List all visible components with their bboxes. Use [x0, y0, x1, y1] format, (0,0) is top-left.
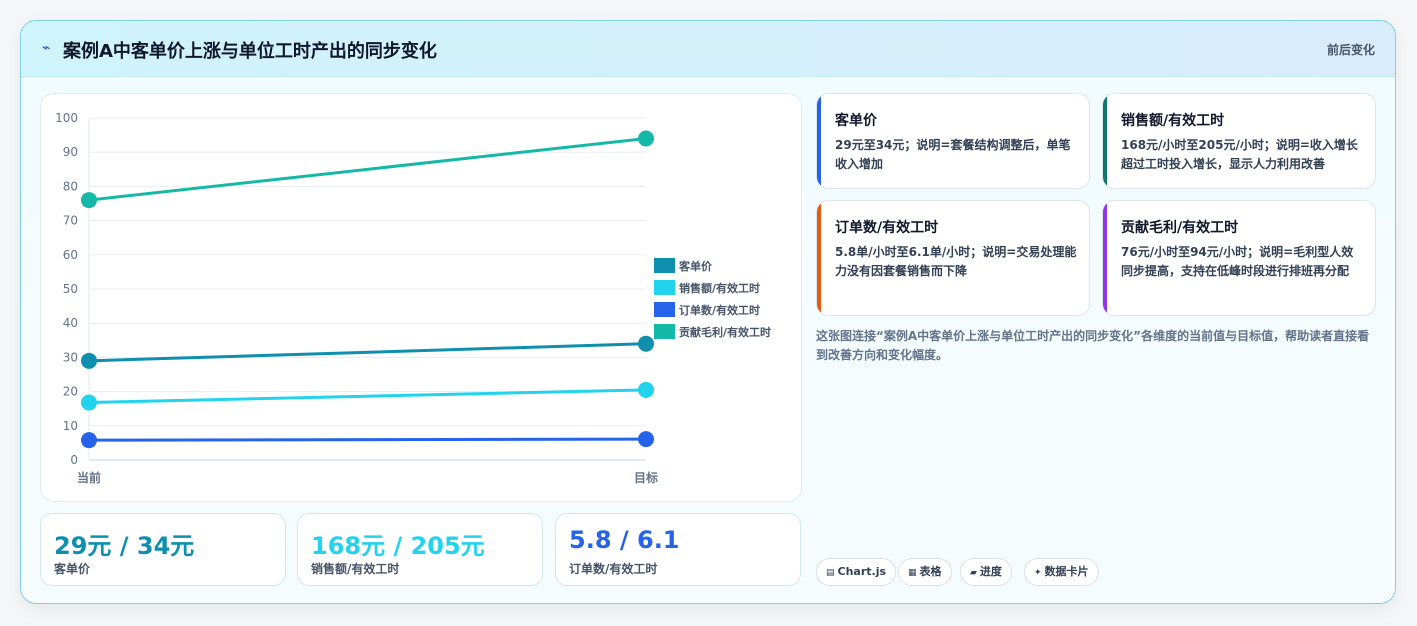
data-point [638, 335, 654, 352]
y-tick-label: 100 [55, 111, 78, 125]
legend-swatch [654, 324, 675, 339]
chip-label: Chart.js [837, 565, 887, 578]
card-header: ⌁ 案例A中客单价上涨与单位工时产出的同步变化 前后变化 [21, 21, 1395, 77]
series-line [88, 342, 647, 363]
y-tick-label: 90 [63, 145, 78, 159]
data-point [81, 394, 97, 411]
stat-value: 168元 / 205元 [311, 532, 485, 560]
progress-icon: ▰ [970, 568, 977, 578]
info-card-title: 客单价 [835, 113, 877, 129]
spark-icon: ✦ [1034, 568, 1042, 578]
series-line [88, 437, 647, 442]
chip-progress[interactable]: ▰ 进度 [960, 558, 1012, 586]
info-card-text: 29元至34元；说明=套餐结构调整后，单笔收入增加 [835, 138, 1071, 171]
y-tick-label: 40 [63, 316, 78, 330]
y-tick-label: 30 [63, 350, 78, 364]
legend-label: 订单数/有效工时 [679, 303, 760, 317]
accent-bar [1103, 94, 1107, 188]
chip-chartjs[interactable]: ▤ Chart.js [816, 558, 897, 586]
chip-table[interactable]: ▦ 表格 [898, 558, 952, 586]
accent-bar [817, 94, 821, 188]
chip-label: 进度 [979, 565, 1002, 578]
data-point [81, 192, 97, 209]
legend-label: 贡献毛利/有效工时 [679, 325, 771, 339]
stat-value: 5.8 / 6.1 [569, 526, 680, 554]
info-card-4: 贡献毛利/有效工时 76元/小时至94元/小时；说明=毛利型人效同步提高，支持在… [1102, 200, 1376, 316]
stat-card-1: 29元 / 34元 客单价 [40, 513, 286, 586]
chart-panel: 0 10 20 30 40 50 60 70 80 90 100 当前 目标 客单价销售额/有效工时 订单数… [40, 93, 802, 502]
data-point [638, 431, 654, 448]
stat-label: 订单数/有效工时 [569, 562, 658, 576]
y-tick-label: 10 [63, 419, 78, 433]
data-point [638, 130, 654, 147]
chart-description: 这张图连接“案例A中客单价上涨与单位工时产出的同步变化”各维度的当前值与目标值，… [816, 329, 1370, 362]
info-card-1: 客单价 29元至34元；说明=套餐结构调整后，单笔收入增加 [816, 93, 1090, 189]
main-card: ⌁ 案例A中客单价上涨与单位工时产出的同步变化 前后变化 0 10 20 30 40 50… [20, 20, 1396, 604]
info-card-text: 5.8单/小时至6.1单/小时；说明=交易处理能力没有因套餐销售而下降 [835, 245, 1077, 278]
y-tick-label: 0 [70, 453, 78, 467]
data-point [638, 381, 654, 398]
legend-label: 销售额/有效工时 [679, 281, 760, 295]
chart-icon: ▤ [826, 568, 835, 578]
y-tick-label: 80 [63, 179, 78, 193]
accent-bar [1103, 201, 1107, 315]
info-card-title: 订单数/有效工时 [835, 220, 939, 236]
data-point [81, 352, 97, 369]
chip-label: 表格 [919, 565, 942, 578]
legend-swatch [654, 302, 675, 317]
info-card-3: 订单数/有效工时 5.8单/小时至6.1单/小时；说明=交易处理能力没有因套餐销… [816, 200, 1090, 316]
page-title: 案例A中客单价上涨与单位工时产出的同步变化 [63, 41, 437, 62]
stat-label: 客单价 [54, 562, 91, 576]
info-card-title: 贡献毛利/有效工时 [1121, 220, 1239, 236]
stat-label: 销售额/有效工时 [311, 562, 400, 576]
info-card-title: 销售额/有效工时 [1121, 113, 1225, 129]
x-tick-label: 目标 [634, 470, 658, 485]
header-tag: 前后变化 [1326, 43, 1375, 57]
info-card-text: 76元/小时至94元/小时；说明=毛利型人效同步提高，支持在低峰时段进行排班再分… [1121, 245, 1354, 278]
stat-value: 29元 / 34元 [54, 532, 195, 560]
legend-swatch [654, 258, 675, 273]
y-tick-label: 60 [63, 248, 78, 262]
legend-label: 客单价 [678, 259, 713, 273]
chip-datacard[interactable]: ✦ 数据卡片 [1024, 558, 1099, 586]
trend-icon: ⌁ [42, 40, 51, 56]
data-point [81, 432, 97, 449]
legend-swatch [654, 280, 675, 295]
line-chart: 0 10 20 30 40 50 60 70 80 90 100 当前 目标 客单价销售额/有效工时订单数… [55, 111, 771, 485]
y-tick-label: 50 [63, 282, 78, 296]
series-line [88, 137, 647, 202]
stat-card-2: 168元 / 205元 销售额/有效工时 [297, 513, 543, 586]
y-tick-label: 70 [63, 214, 78, 228]
accent-bar [817, 201, 821, 315]
x-tick-label: 当前 [77, 470, 101, 485]
chip-label: 数据卡片 [1044, 565, 1089, 578]
info-card-2: 销售额/有效工时 168元/小时至205元/小时；说明=收入增长超过工时投入增长… [1102, 93, 1376, 189]
info-card-text: 168元/小时至205元/小时；说明=收入增长超过工时投入增长，显示人力利用改善 [1121, 138, 1358, 171]
y-tick-label: 20 [63, 385, 78, 399]
table-icon: ▦ [908, 568, 917, 578]
stat-card-3: 5.8 / 6.1 订单数/有效工时 [555, 513, 801, 586]
